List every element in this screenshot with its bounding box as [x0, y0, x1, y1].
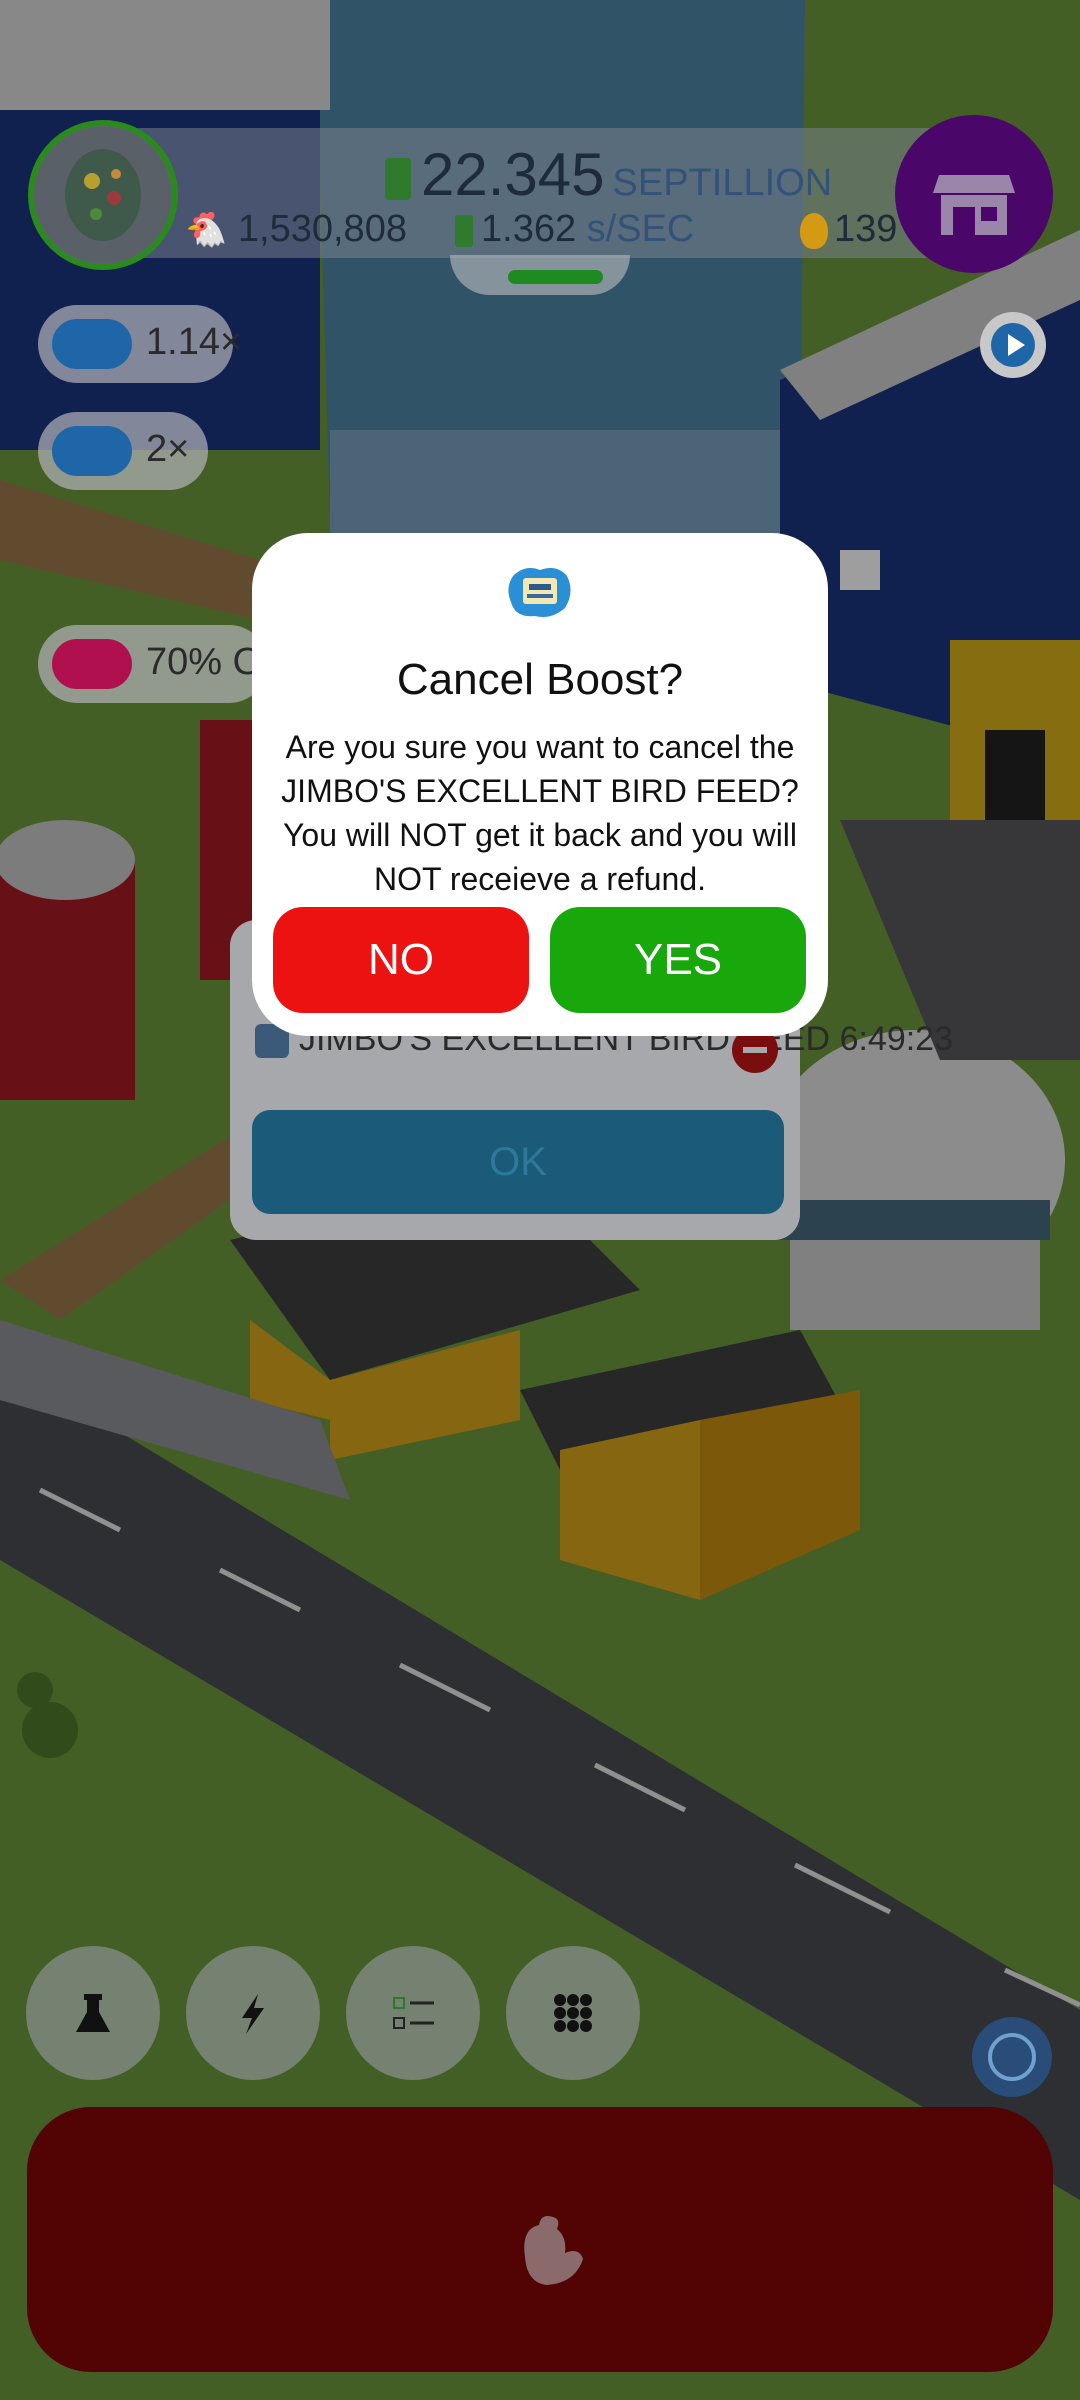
- circle-icon: [988, 2033, 1036, 2081]
- checklist-icon: [393, 1997, 434, 2029]
- rate-unit: s/SEC: [586, 208, 695, 250]
- golden-eggs: 139: [800, 208, 897, 251]
- avatar[interactable]: [28, 120, 178, 270]
- active-boost-time: 6:49:23: [839, 1020, 954, 1058]
- dialog-message: Are you sure you want to cancel the JIMB…: [281, 729, 799, 897]
- dialog-title: Cancel Boost?: [396, 655, 684, 704]
- flask-icon: [76, 1994, 110, 2032]
- missions-button[interactable]: [346, 1946, 480, 2080]
- no-button[interactable]: NO: [273, 907, 529, 1013]
- lightning-icon: [242, 1994, 264, 2034]
- video-multiplier: 2×: [146, 428, 190, 470]
- home-icon: [52, 639, 132, 689]
- boosts-button[interactable]: [186, 1946, 320, 2080]
- sale-chip[interactable]: 70% OF: [38, 625, 285, 703]
- grid-icon: [554, 1994, 592, 2032]
- chicken-icon: 🐔: [185, 211, 228, 249]
- chicken-multiplier: 1.14×: [146, 321, 243, 363]
- golden-egg-icon: [800, 212, 828, 249]
- shop-icon: [933, 175, 1015, 235]
- camera-button[interactable]: [972, 2017, 1052, 2097]
- farm-progress-fill: [508, 270, 603, 284]
- money-icon: [455, 214, 473, 247]
- money-icon: [385, 158, 411, 201]
- ok-button[interactable]: OK: [252, 1110, 784, 1214]
- bird-feed-icon: [505, 562, 575, 622]
- shop-button[interactable]: [895, 115, 1053, 273]
- yes-button[interactable]: YES: [550, 907, 806, 1013]
- hatch-chicken-button[interactable]: [27, 2107, 1053, 2372]
- golden-egg-count: 139: [834, 208, 898, 250]
- rate-value: 1.362: [481, 208, 577, 250]
- chicken-count: 🐔 1,530,808: [185, 208, 407, 251]
- menu-button[interactable]: [506, 1946, 640, 2080]
- video-boost-chip[interactable]: 2×: [38, 412, 208, 490]
- money-display: 22.345 SEPTILLION: [385, 140, 832, 209]
- chicken-count-value: 1,530,808: [237, 208, 407, 250]
- earning-rate: 1.362 s/SEC: [455, 208, 694, 251]
- money-unit: SEPTILLION: [612, 162, 833, 204]
- chicken-icon: [524, 2216, 583, 2285]
- research-button[interactable]: [26, 1946, 160, 2080]
- play-icon: [991, 323, 1035, 367]
- video-boost-icon: [52, 426, 132, 476]
- chicken-boost-chip[interactable]: 1.14×: [38, 305, 242, 383]
- play-video-button[interactable]: [980, 312, 1046, 378]
- money-value: 22.345: [421, 141, 605, 208]
- chicken-boost-icon: [52, 319, 132, 369]
